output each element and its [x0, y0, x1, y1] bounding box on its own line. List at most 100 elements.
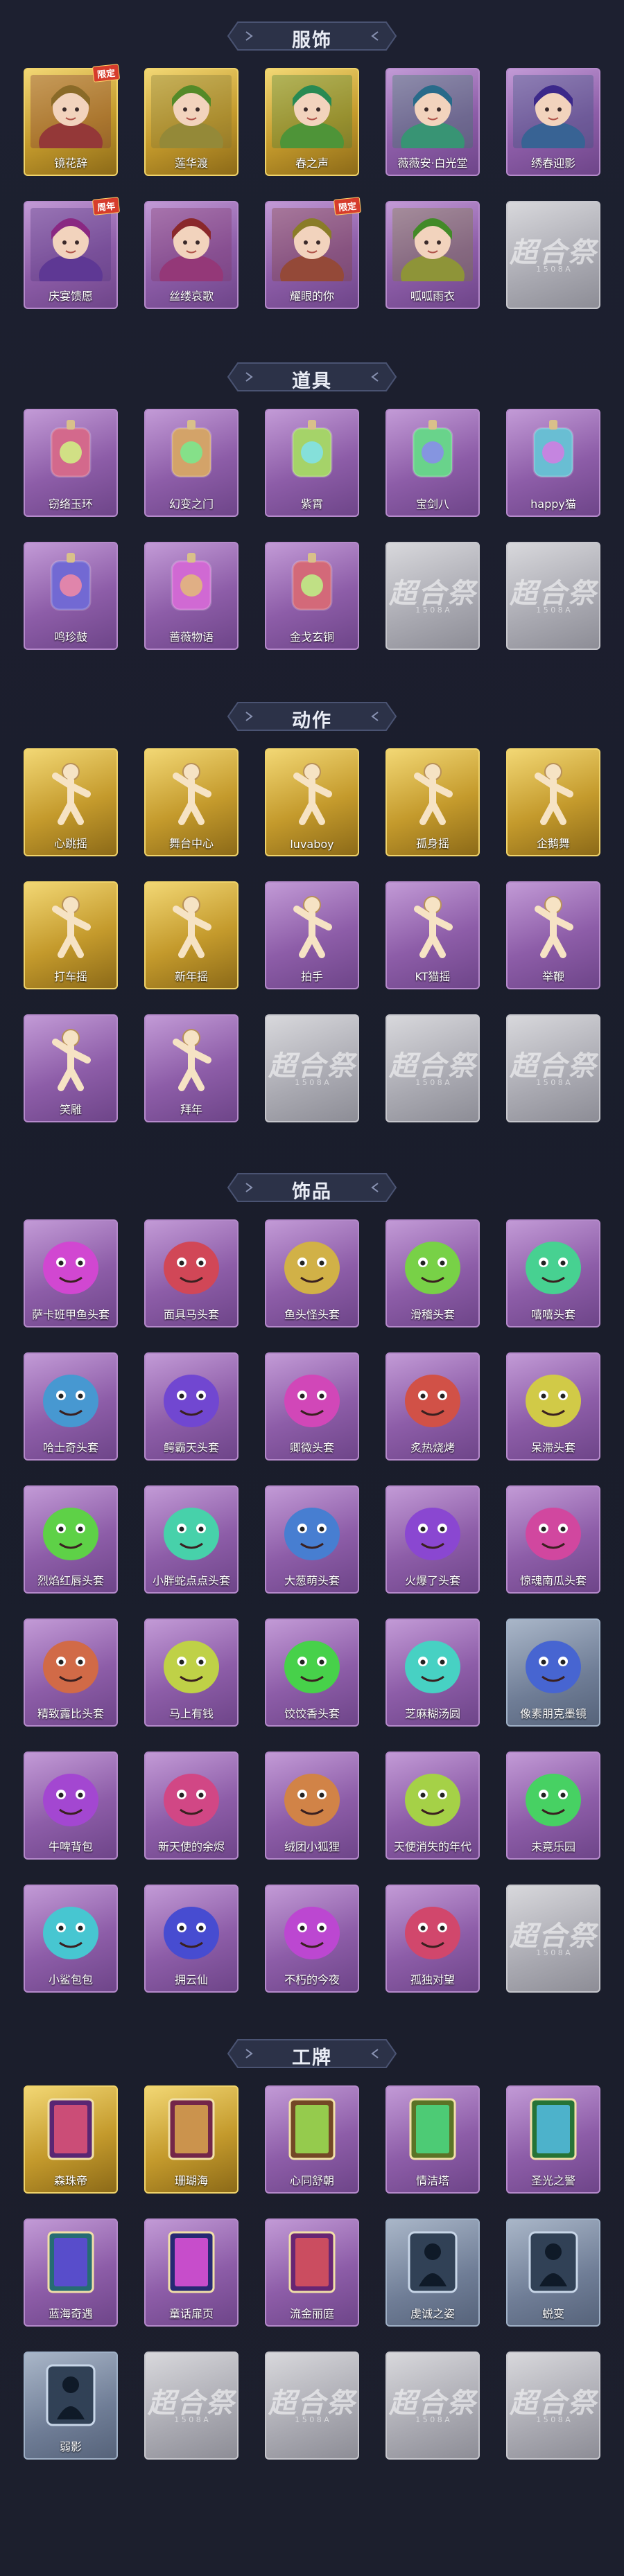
item-card[interactable]: 饺饺香头套	[265, 1618, 359, 1727]
item-card[interactable]: 珊瑚海	[144, 2085, 239, 2194]
item-card[interactable]: 蓝海奇遇	[24, 2218, 118, 2327]
item-card[interactable]: 牛啤背包	[24, 1752, 118, 1860]
item-card[interactable]: 流金丽庭	[265, 2218, 359, 2327]
locked-item-card[interactable]: 超合祭 1 5 0 8 A	[144, 2352, 239, 2460]
item-label: 鳄霸天头套	[163, 1441, 219, 1454]
head-icon	[392, 1891, 473, 1965]
item-card[interactable]: 丝缕哀歌	[144, 201, 239, 309]
item-card[interactable]: 不朽的今夜	[265, 1885, 359, 1993]
locked-item-card[interactable]: 超合祭 1 5 0 8 A	[506, 1885, 600, 1993]
item-card[interactable]: 卿微头套	[265, 1352, 359, 1461]
item-card[interactable]: 薇薇安·白光堂	[385, 68, 480, 176]
item-label: 紫霄	[300, 497, 323, 511]
item-card[interactable]: 未竟乐园	[506, 1752, 600, 1860]
locked-item-card[interactable]: 超合祭 1 5 0 8 A	[506, 542, 600, 650]
head-icon	[272, 1758, 352, 1832]
item-card[interactable]: 大葱萌头套	[265, 1485, 359, 1594]
item-card[interactable]: 孤身摇	[385, 748, 480, 856]
item-card[interactable]: 面具马头套	[144, 1219, 239, 1327]
item-card[interactable]: 莲华渡	[144, 68, 239, 176]
pose-icon	[31, 755, 111, 829]
locked-item-card[interactable]: 超合祭 1 5 0 8 A	[265, 2352, 359, 2460]
item-label: 嘻嘻头套	[530, 1308, 575, 1321]
item-card[interactable]: 蜕变	[506, 2218, 600, 2327]
item-card[interactable]: 鸣珍鼓	[24, 542, 118, 650]
item-card[interactable]: 幻变之门	[144, 409, 239, 517]
item-card[interactable]: 拥云仙	[144, 1885, 239, 1993]
head-icon	[513, 1758, 593, 1832]
item-card[interactable]: 像素朋克墨镜	[506, 1618, 600, 1727]
item-card[interactable]: 心跳摇	[24, 748, 118, 856]
item-card[interactable]: 企鹅舞	[506, 748, 600, 856]
item-card[interactable]: 情洁塔	[385, 2085, 480, 2194]
pose-icon	[31, 1021, 111, 1095]
item-card[interactable]: 蔷薇物语	[144, 542, 239, 650]
item-card[interactable]: 耀眼的你 限定	[265, 197, 362, 309]
head-icon	[272, 1492, 352, 1566]
item-label: 像素朋克墨镜	[519, 1707, 587, 1720]
item-label: 精致露比头套	[37, 1707, 104, 1720]
item-card[interactable]: 小鲨包包	[24, 1885, 118, 1993]
item-card[interactable]: 拍手	[265, 881, 359, 989]
item-card[interactable]: 舞台中心	[144, 748, 239, 856]
item-card[interactable]: 鳄霸天头套	[144, 1352, 239, 1461]
item-card[interactable]: 镜花辞 限定	[24, 64, 121, 176]
item-card[interactable]: 萨卡班甲鱼头套	[24, 1219, 118, 1327]
item-card[interactable]: 春之声	[265, 68, 359, 176]
item-card[interactable]: 心同舒朝	[265, 2085, 359, 2194]
item-card[interactable]: 哈士奇头套	[24, 1352, 118, 1461]
locked-item-card[interactable]: 超合祭 1 5 0 8 A	[385, 2352, 480, 2460]
item-card[interactable]: 精致露比头套	[24, 1618, 118, 1727]
item-card[interactable]: 呆滞头套	[506, 1352, 600, 1461]
item-card[interactable]: 烈焰红唇头套	[24, 1485, 118, 1594]
item-card[interactable]: 庆宴馈愿 周年	[24, 197, 121, 309]
item-card[interactable]: 窃络玉环	[24, 409, 118, 517]
head-icon	[513, 1625, 593, 1699]
item-label: 耀眼的你	[289, 290, 334, 303]
item-card[interactable]: 滑稽头套	[385, 1219, 480, 1327]
item-card[interactable]: 拜年	[144, 1014, 239, 1122]
locked-item-card[interactable]: 超合祭 1 5 0 8 A	[385, 1014, 480, 1122]
card-icon	[151, 2225, 232, 2299]
item-card[interactable]: 宝剑八	[385, 409, 480, 517]
item-card[interactable]: 举鞭	[506, 881, 600, 989]
item-card[interactable]: 紫霄	[265, 409, 359, 517]
item-card[interactable]: luvaboy	[265, 748, 359, 856]
locked-item-card[interactable]: 超合祭 1 5 0 8 A	[506, 1014, 600, 1122]
item-card[interactable]: 绒团小狐狸	[265, 1752, 359, 1860]
item-card[interactable]: 虔诚之姿	[385, 2218, 480, 2327]
limited-badge: 周年	[92, 197, 121, 215]
item-card[interactable]: 鱼头怪头套	[265, 1219, 359, 1327]
item-card[interactable]: 童话扉页	[144, 2218, 239, 2327]
item-card[interactable]: 呱呱雨衣	[385, 201, 480, 309]
item-card[interactable]: 绣春迎影	[506, 68, 600, 176]
item-label: 鸣珍鼓	[53, 630, 87, 644]
item-label: 滑稽头套	[410, 1308, 455, 1321]
item-card[interactable]: 惊魂南瓜头套	[506, 1485, 600, 1594]
item-card[interactable]: 弱影	[24, 2352, 118, 2460]
item-card[interactable]: 笑雕	[24, 1014, 118, 1122]
item-card[interactable]: 小胖蛇点点头套	[144, 1485, 239, 1594]
item-card[interactable]: 孤独对望	[385, 1885, 480, 1993]
item-card[interactable]: 新天使的余烬	[144, 1752, 239, 1860]
item-card[interactable]: 新年摇	[144, 881, 239, 989]
item-card[interactable]: 打车摇	[24, 881, 118, 989]
card-icon	[31, 2225, 111, 2299]
item-card[interactable]: 芝麻糊汤圆	[385, 1618, 480, 1727]
item-card[interactable]: 炙热烧烤	[385, 1352, 480, 1461]
item-card[interactable]: 天使消失的年代	[385, 1752, 480, 1860]
item-card[interactable]: 金戈玄铜	[265, 542, 359, 650]
item-card[interactable]: 火爆了头套	[385, 1485, 480, 1594]
locked-item-card[interactable]: 超合祭 1 5 0 8 A	[506, 201, 600, 309]
locked-item-card[interactable]: 超合祭 1 5 0 8 A	[506, 2352, 600, 2460]
item-card[interactable]: KT猫摇	[385, 881, 480, 989]
item-card[interactable]: 圣光之警	[506, 2085, 600, 2194]
portrait-icon	[272, 208, 352, 281]
item-card[interactable]: 马上有钱	[144, 1618, 239, 1727]
locked-item-card[interactable]: 超合祭 1 5 0 8 A	[265, 1014, 359, 1122]
item-card[interactable]: happy猫	[506, 409, 600, 517]
locked-item-card[interactable]: 超合祭 1 5 0 8 A	[385, 542, 480, 650]
section-title: 饰品	[292, 1181, 332, 1203]
item-card[interactable]: 嘻嘻头套	[506, 1219, 600, 1327]
item-card[interactable]: 森珠帝	[24, 2085, 118, 2194]
